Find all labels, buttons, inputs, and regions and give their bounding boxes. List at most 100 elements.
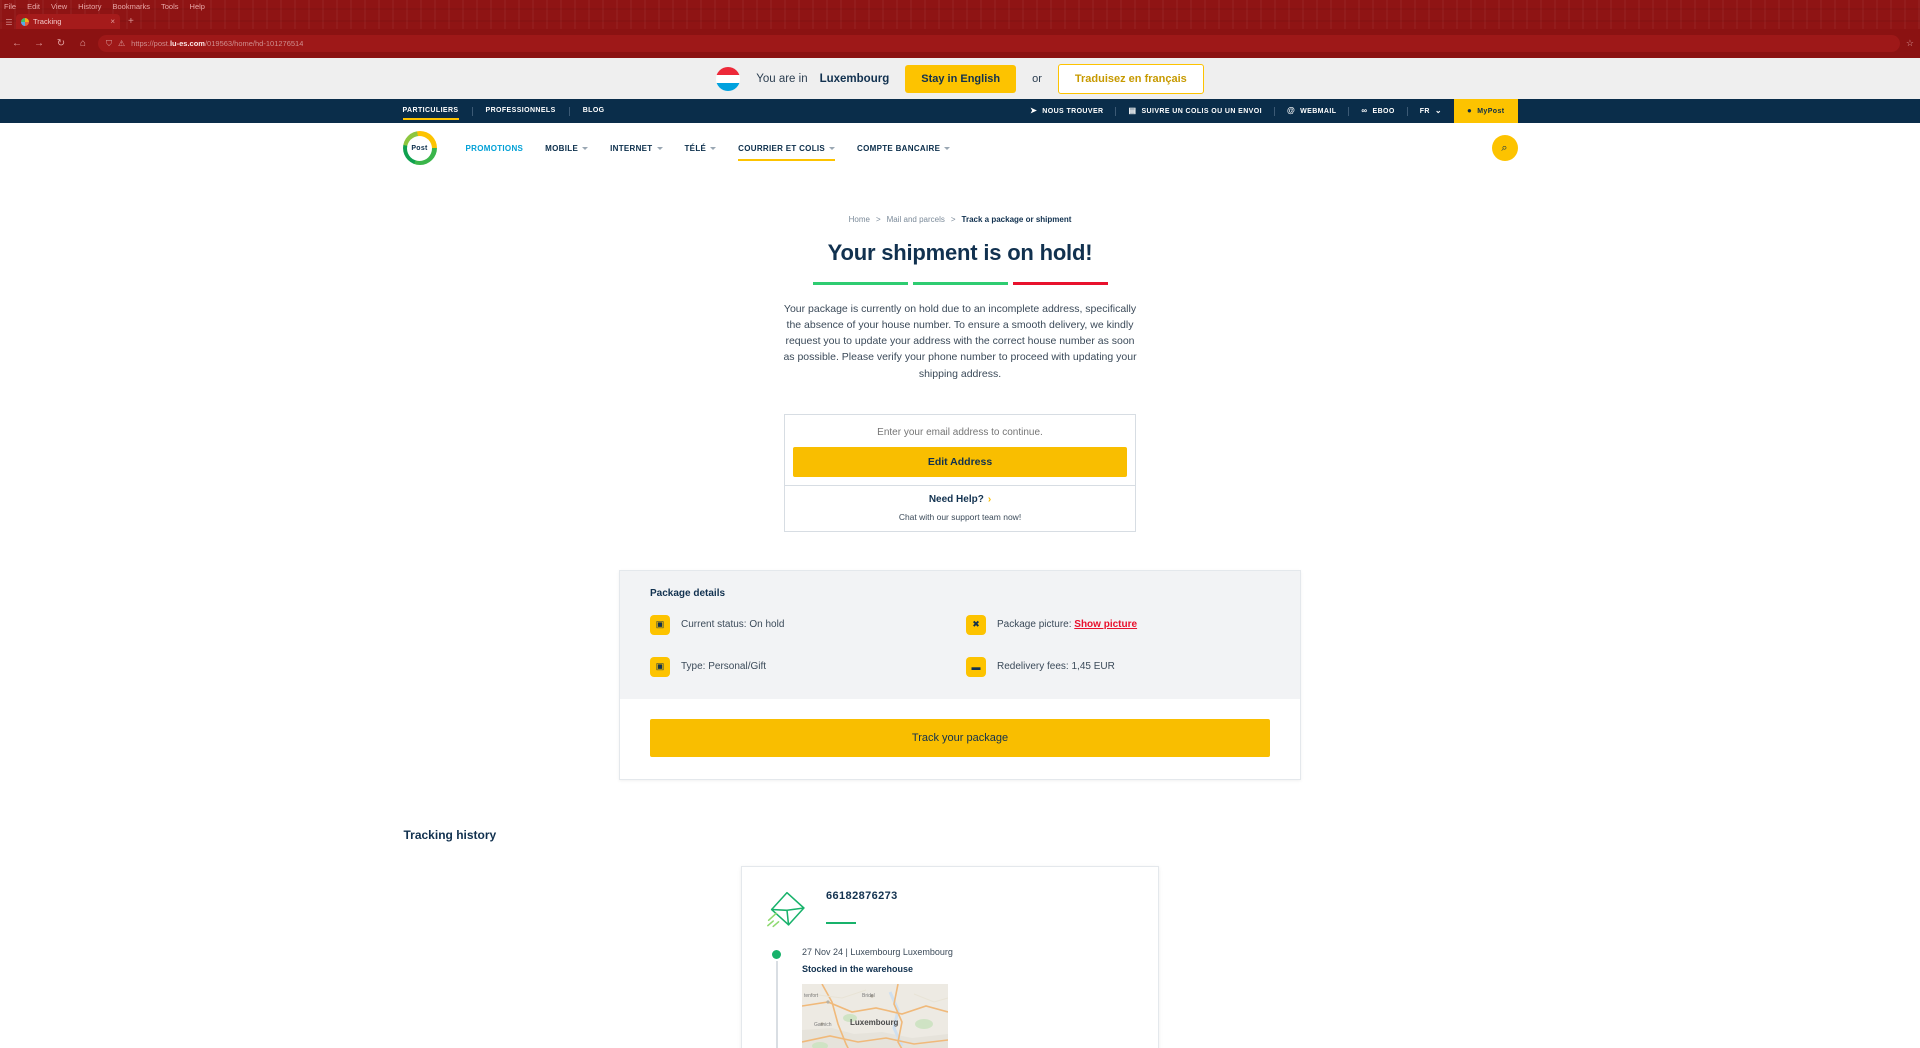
package-detail-type: ▣ Type: Personal/Gift [650,656,954,677]
tracking-history-title: Tracking history [403,827,497,842]
track-your-package-button[interactable]: Track your package [650,718,1270,757]
breadcrumb-mail-and-parcels[interactable]: Mail and parcels [887,215,945,224]
utility-navbar: PARTICULIERS PROFESSIONNELS BLOG ➤ NOUS … [0,99,1920,123]
new-tab-button[interactable]: + [128,14,134,29]
timeline-line [776,960,778,1048]
util-label: EBOO [1372,107,1395,115]
event-status: Stocked in the warehouse [802,963,914,974]
box-icon: ▣ [650,614,670,635]
chevron-down-icon [582,146,589,150]
breadcrumb-separator: > [950,215,956,224]
nav-tele[interactable]: TÉLÉ [674,123,728,173]
nav-internet[interactable]: INTERNET [599,123,673,173]
event-date: 27 Nov 24 | Luxembourg Luxembourg [802,946,953,957]
back-icon[interactable]: ← [6,35,28,53]
utility-links: ➤ NOUS TROUVER ▤ SUIVRE UN COLIS OU UN E… [1018,99,1518,123]
tracking-history-card: 66182876273 27 Nov 24 | Luxembourg Luxem… [741,865,1159,1048]
rule-green-1 [812,282,908,285]
event-map[interactable]: tenfort Bridel Garnich Luxembourg [802,983,948,1048]
chevron-right-icon: › [987,493,992,505]
user-icon: ● [1466,106,1473,115]
search-icon[interactable]: ⌕ [1491,135,1518,161]
chevron-down-icon [656,146,663,150]
timeline-dot-icon [772,949,781,959]
nav-label: INTERNET [610,143,653,153]
home-icon[interactable]: ⌂ [72,35,94,53]
package-detail-text: Package picture: Show picture [997,619,1137,630]
chevron-down-icon [710,146,717,150]
nav-compte-bancaire[interactable]: COMPTE BANCAIRE [846,123,961,173]
package-detail-fees: ▬ Redelivery fees: 1,45 EUR [966,656,1270,677]
logo-text: Post [411,144,428,152]
forward-icon[interactable]: → [28,35,50,53]
browser-tab[interactable]: Tracking × [16,14,120,29]
chevron-down-icon: ⌄ [1434,106,1442,115]
map-city-label: Luxembourg [850,1017,899,1027]
stay-in-english-button[interactable]: Stay in English [905,64,1017,93]
translate-to-french-button[interactable]: Traduisez en français [1057,63,1204,94]
nav-promotions[interactable]: PROMOTIONS [455,123,535,173]
nav-mobile[interactable]: MOBILE [534,123,599,173]
luxembourg-flag-icon [716,66,741,91]
breadcrumb-home[interactable]: Home [849,215,870,224]
util-eboo[interactable]: ∞ EBOO [1349,107,1406,115]
chevron-down-icon [829,146,836,150]
package-detail-text: Current status: On hold [681,619,785,631]
gift-icon: ▣ [650,656,670,677]
country-label: Luxembourg [819,72,890,85]
tracking-number: 66182876273 [826,889,898,902]
post-logo[interactable]: Post [402,131,437,165]
accent-rule [826,921,856,925]
menu-tools[interactable]: Tools [161,0,179,13]
breadcrumb-current: Track a package or shipment [961,215,1072,224]
email-input[interactable] [793,422,1127,447]
map-place-1: Bridel [862,992,875,999]
you-are-in-label: You are in [756,72,808,85]
package-icon: ▤ [1128,106,1137,115]
util-nous-trouver[interactable]: ➤ NOUS TROUVER [1018,107,1115,115]
rule-red [1012,282,1108,285]
menu-view[interactable]: View [51,0,67,13]
truck-icon: ▬ [966,656,986,677]
menu-file[interactable]: File [4,0,16,13]
main-navbar: Post PROMOTIONS MOBILE INTERNET TÉLÉ COU… [0,123,1920,173]
package-detail-picture: ✖ Package picture: Show picture [966,614,1270,635]
glasses-icon: ∞ [1361,106,1368,115]
main-content: Home > Mail and parcels > Track a packag… [403,173,1518,1048]
menu-help[interactable]: Help [190,0,205,13]
menu-bookmarks[interactable]: Bookmarks [113,0,151,13]
help-box[interactable]: Need Help? › Chat with our support team n… [784,485,1136,532]
url-domain: lu-es.com [169,39,205,48]
browser-tabstrip: ☰ Tracking × + [0,13,1920,29]
address-bar[interactable]: ⛉ ⚠ https://post.lu-es.com/019563/home/h… [98,35,1900,52]
bookmark-star-icon[interactable]: ☆ [1906,38,1914,49]
tracking-card-header: 66182876273 [764,885,1136,931]
language-selector[interactable]: FR ⌄ [1408,107,1454,115]
reload-icon[interactable]: ↻ [50,35,72,53]
menu-history[interactable]: History [78,0,101,13]
package-detail-status: ▣ Current status: On hold [650,614,954,635]
location-pin-icon: ➤ [1030,106,1038,115]
or-label: or [1032,72,1042,85]
nav-courrier-et-colis[interactable]: COURRIER ET COLIS [727,123,846,173]
nav-particuliers[interactable]: PARTICULIERS [402,99,472,123]
package-details-title: Package details [650,587,726,599]
tab-list-icon[interactable]: ☰ [2,15,16,29]
util-webmail[interactable]: @ WEBMAIL [1275,107,1348,115]
language-label: FR [1419,107,1430,115]
url-path: /019563/home/hd-101276514 [204,39,304,48]
email-box: Edit Address [784,413,1136,486]
nav-label: MOBILE [545,143,579,153]
mypost-button[interactable]: ● MyPost [1453,99,1518,123]
util-suivre-colis[interactable]: ▤ SUIVRE UN COLIS OU UN ENVOI [1116,107,1273,115]
nav-blog[interactable]: BLOG [570,99,618,123]
show-picture-link[interactable]: Show picture [1074,619,1137,630]
util-label: SUIVRE UN COLIS OU UN ENVOI [1141,107,1262,115]
nav-label: PROMOTIONS [465,143,524,153]
tracking-number-block: 66182876273 [826,885,898,925]
close-icon[interactable]: × [110,17,115,26]
edit-address-button[interactable]: Edit Address [793,446,1127,477]
nav-professionnels[interactable]: PROFESSIONNELS [473,99,569,123]
browser-chrome: File Edit View History Bookmarks Tools H… [0,0,1920,58]
menu-edit[interactable]: Edit [27,0,40,13]
